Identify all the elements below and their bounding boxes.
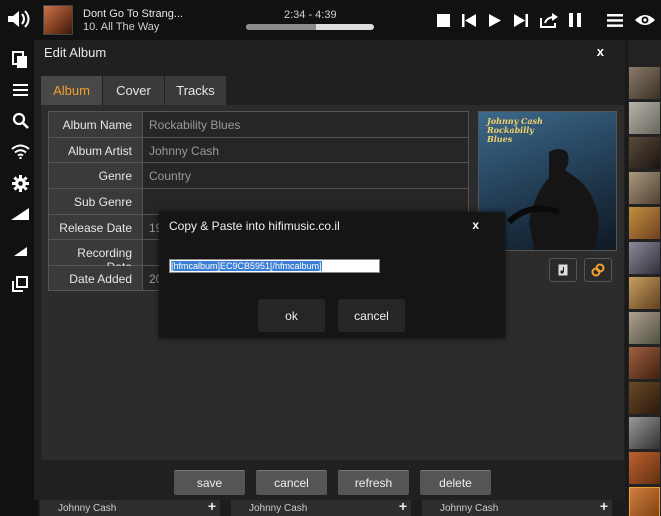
- album-thumbnail[interactable]: [629, 102, 660, 134]
- refresh-button[interactable]: refresh: [338, 470, 409, 495]
- ok-button[interactable]: ok: [258, 299, 325, 332]
- album-thumbnail[interactable]: [629, 382, 660, 414]
- album-thumbnail[interactable]: [629, 347, 660, 379]
- cancel-button[interactable]: cancel: [256, 470, 327, 495]
- left-sidebar: [0, 40, 38, 516]
- field-label: Album Name: [49, 112, 143, 137]
- share-icon[interactable]: [538, 11, 560, 29]
- field-label: Recording Date: [49, 240, 143, 274]
- album-thumbnail-strip: [628, 40, 661, 516]
- strip-item[interactable]: Johnny Cash +: [422, 498, 612, 516]
- cancel-copy-button[interactable]: cancel: [338, 299, 405, 332]
- field-label: Album Artist: [49, 137, 143, 163]
- strip-item-label: Johnny Cash: [58, 503, 117, 514]
- strip-item[interactable]: Johnny Cash +: [231, 498, 411, 516]
- field-label: Date Added: [49, 266, 143, 290]
- strip-item[interactable]: Johnny Cash +: [40, 498, 220, 516]
- album-thumbnail[interactable]: [629, 277, 660, 309]
- save-button[interactable]: save: [174, 470, 245, 495]
- previous-icon[interactable]: [461, 11, 477, 29]
- field-row: Genre Country: [48, 162, 469, 189]
- progress-fill: [246, 24, 317, 30]
- tab-cover[interactable]: Cover: [103, 76, 164, 105]
- add-icon[interactable]: +: [600, 498, 608, 514]
- add-icon[interactable]: +: [208, 498, 216, 514]
- album-thumbnail[interactable]: [629, 417, 660, 449]
- gear-icon[interactable]: [10, 173, 30, 193]
- now-playing-time: 2:34 - 4:39: [284, 9, 337, 21]
- album-thumbnail[interactable]: [629, 137, 660, 169]
- album-artist-field[interactable]: Johnny Cash: [143, 137, 468, 163]
- tab-tracks[interactable]: Tracks: [165, 76, 226, 105]
- sub-genre-field[interactable]: [143, 189, 468, 214]
- signal-icon[interactable]: [10, 204, 30, 224]
- add-icon[interactable]: +: [399, 498, 407, 514]
- cover-title-text: Rockabilly Blues: [487, 126, 534, 144]
- music-file-icon[interactable]: [549, 258, 577, 282]
- play-icon[interactable]: [488, 11, 502, 29]
- list-icon[interactable]: [10, 80, 30, 100]
- album-thumbnail[interactable]: [629, 207, 660, 239]
- genre-field[interactable]: Country: [143, 163, 468, 189]
- now-playing-title: Dont Go To Strang...: [83, 8, 184, 20]
- field-row: Album Artist Johnny Cash: [48, 136, 469, 163]
- copy-icon[interactable]: [10, 50, 30, 70]
- player-bar: Dont Go To Strang... 10. All The Way 2:3…: [0, 0, 661, 40]
- close-icon[interactable]: x: [597, 44, 604, 59]
- album-thumbnail[interactable]: [629, 172, 660, 204]
- album-thumbnail[interactable]: [629, 452, 660, 484]
- field-label: Release Date: [49, 214, 143, 240]
- menu-icon[interactable]: [606, 11, 624, 29]
- search-icon[interactable]: [10, 110, 30, 130]
- pause-icon[interactable]: [568, 11, 582, 29]
- album-thumbnail[interactable]: [629, 242, 660, 274]
- field-row: Album Name Rockability Blues: [48, 111, 469, 137]
- album-thumbnail[interactable]: [629, 67, 660, 99]
- album-thumbnail[interactable]: [629, 312, 660, 344]
- dialog-title: Edit Album: [44, 45, 107, 60]
- windows-icon[interactable]: [10, 274, 30, 294]
- field-row: Sub Genre: [48, 188, 469, 214]
- cover-title-line2: Blues: [487, 134, 513, 144]
- app-root: Dont Go To Strang... 10. All The Way 2:3…: [0, 0, 661, 516]
- tab-album[interactable]: Album: [41, 76, 102, 105]
- signal-small-icon[interactable]: [10, 241, 30, 261]
- copy-paste-dialog: Copy & Paste into hifimusic.co.il x [hfm…: [159, 212, 505, 338]
- delete-button[interactable]: delete: [420, 470, 491, 495]
- now-playing-artwork[interactable]: [43, 5, 73, 35]
- stop-icon[interactable]: [436, 11, 450, 29]
- eye-icon[interactable]: [634, 11, 656, 29]
- progress-bar[interactable]: [246, 24, 374, 30]
- strip-item-label: Johnny Cash: [249, 503, 308, 514]
- close-icon[interactable]: x: [472, 218, 479, 232]
- field-label: Sub Genre: [49, 189, 143, 214]
- selected-text: [hfmcalbum]EC9CB5951[/hfmcalbum]: [171, 261, 322, 271]
- bottom-album-strip: Johnny Cash + Johnny Cash + Johnny Cash +: [38, 498, 628, 516]
- now-playing-track: 10. All The Way: [83, 21, 160, 33]
- volume-icon[interactable]: [6, 8, 34, 30]
- strip-item-label: Johnny Cash: [440, 503, 499, 514]
- link-icon[interactable]: [584, 258, 612, 282]
- album-thumbnail[interactable]: [629, 487, 660, 516]
- next-icon[interactable]: [513, 11, 529, 29]
- wifi-icon[interactable]: [10, 141, 30, 161]
- copy-code-input[interactable]: [hfmcalbum]EC9CB5951[/hfmcalbum]: [169, 259, 380, 273]
- album-name-field[interactable]: Rockability Blues: [143, 112, 468, 137]
- copy-dialog-title: Copy & Paste into hifimusic.co.il: [169, 219, 340, 233]
- field-label: Genre: [49, 163, 143, 189]
